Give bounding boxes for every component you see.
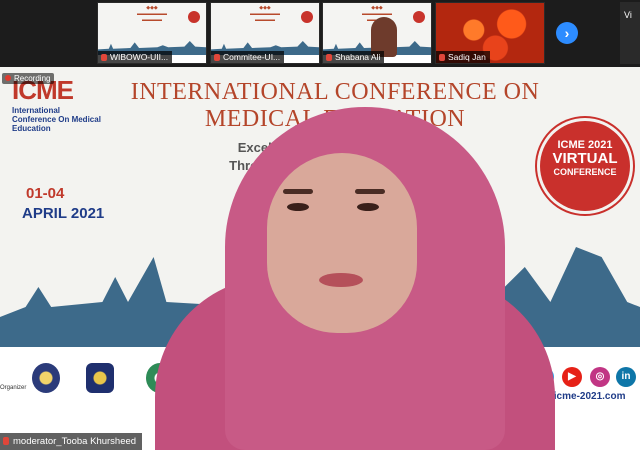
speaker-person — [155, 107, 555, 450]
participant-tile[interactable]: ◆◆◆ ▬▬▬▬▬▬ ▬▬▬▬ WIBOWO-UII... — [97, 2, 207, 64]
active-speaker-name: moderator_Tooba Khursheed — [0, 433, 143, 450]
mic-muted-icon — [439, 54, 445, 61]
mic-muted-icon — [326, 54, 332, 61]
partner-logo — [86, 363, 114, 393]
speaker-face — [267, 153, 417, 333]
partner-logo — [32, 363, 60, 393]
organizer-label: Organizer — [0, 385, 27, 391]
participant-name: Sadiq Jan — [436, 51, 490, 63]
mic-muted-icon — [3, 437, 9, 445]
video-gallery-strip: ◆◆◆ ▬▬▬▬▬▬ ▬▬▬▬ WIBOWO-UII... ◆◆◆ ▬▬▬▬▬▬ ▬▬▬… — [0, 0, 640, 67]
next-page-button[interactable]: › — [556, 22, 578, 44]
mic-muted-icon — [101, 54, 107, 61]
instagram-icon: ◎ — [590, 367, 610, 387]
mic-muted-icon — [214, 54, 220, 61]
active-speaker-video: ICME International Conference On Medical… — [0, 67, 640, 450]
badge-thumbnail — [301, 11, 313, 23]
recording-icon — [5, 75, 11, 81]
youtube-icon: ▶ — [562, 367, 582, 387]
participant-tile-partial[interactable]: Vi — [620, 2, 640, 64]
conference-dates: 01-04 APRIL 2021 — [22, 185, 105, 222]
participant-name: Shabana Ali — [323, 51, 385, 63]
linkedin-icon: in — [616, 367, 636, 387]
participant-name: Commitee-UI... — [211, 51, 285, 63]
participant-tile[interactable]: Sadiq Jan — [435, 2, 545, 64]
badge-thumbnail — [188, 11, 200, 23]
participant-tile[interactable]: ◆◆◆▬▬▬▬▬▬▬▬▬▬ Shabana Ali — [322, 2, 432, 64]
logo-subtitle: International Conference On Medical Educ… — [12, 106, 101, 133]
badge-thumbnail — [413, 11, 425, 23]
participant-tile[interactable]: ◆◆◆ ▬▬▬▬▬▬ ▬▬▬▬ Commitee-UI... — [210, 2, 320, 64]
participant-name: WIBOWO-UII... — [98, 51, 173, 63]
recording-indicator: Recording — [2, 73, 55, 84]
